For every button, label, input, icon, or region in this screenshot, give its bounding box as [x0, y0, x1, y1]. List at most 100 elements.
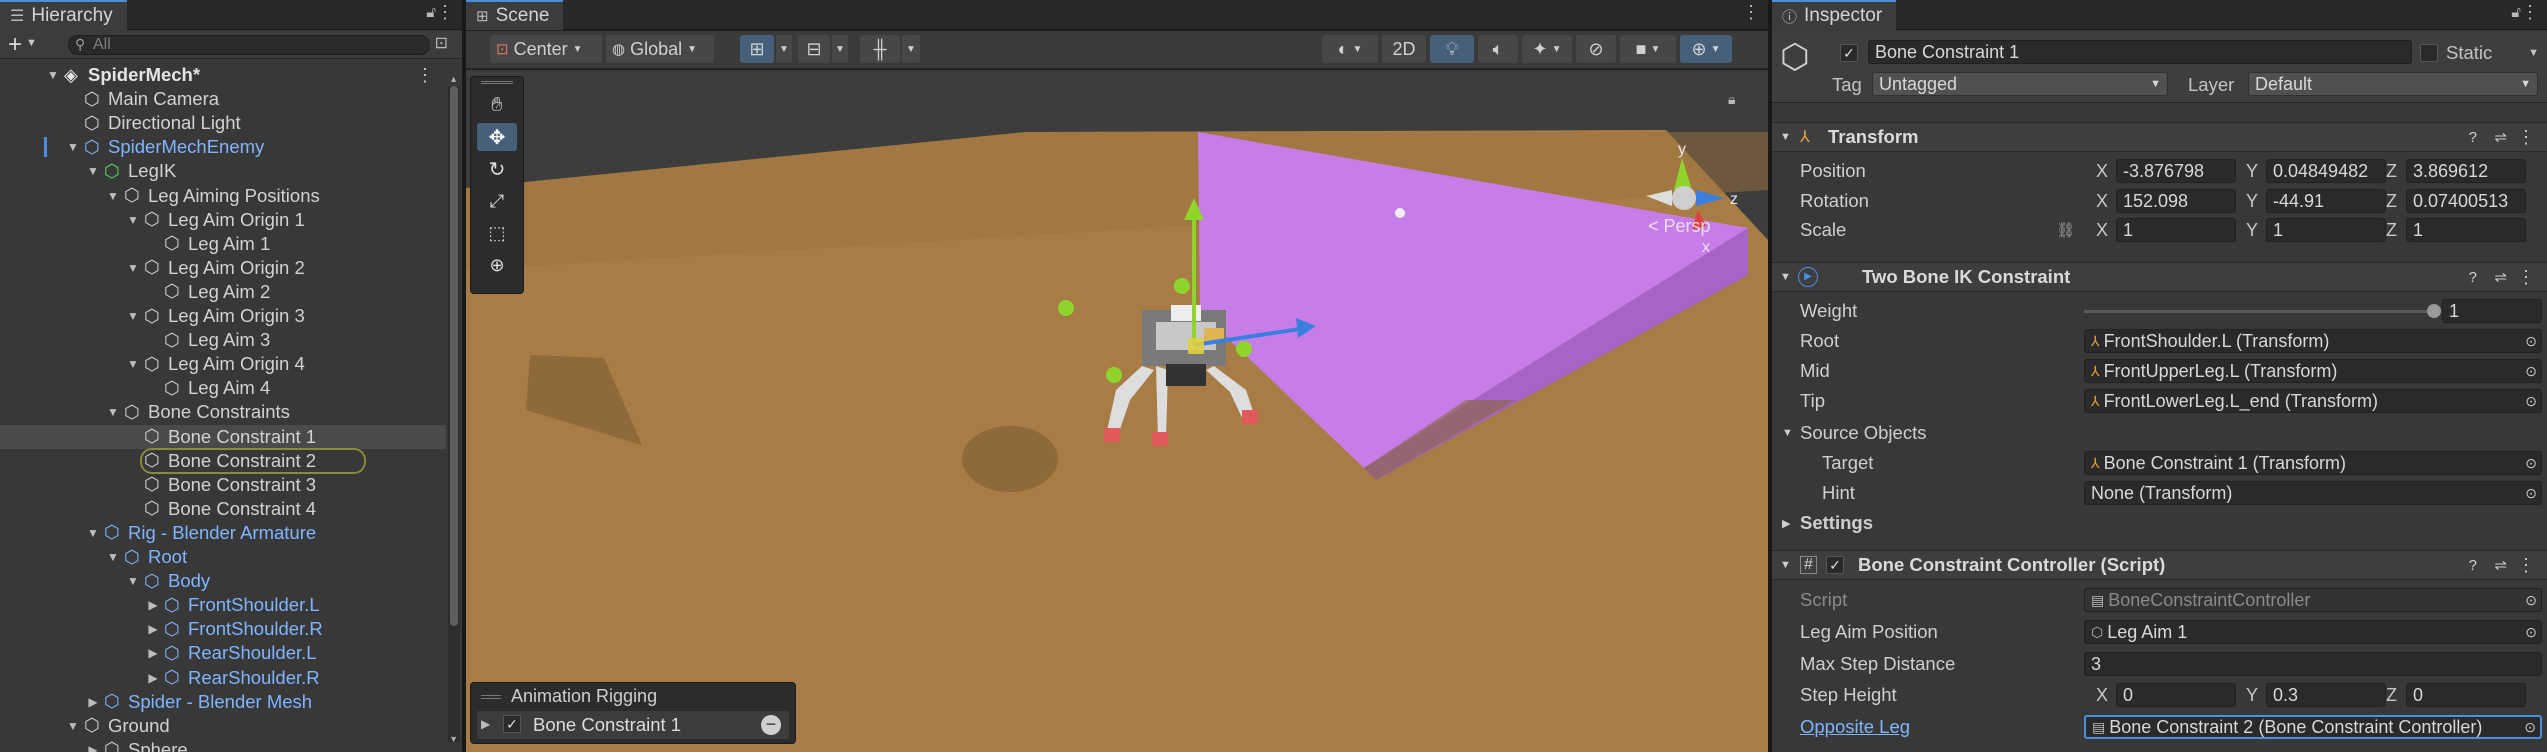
hierarchy-item-leg-aim-3[interactable]: ⬡ Leg Aim 3 — [0, 328, 446, 352]
hierarchy-item-bone-constraint-4[interactable]: ⬡ Bone Constraint 4 — [0, 497, 446, 521]
transform-rotation-row-y-input[interactable]: -44.91 — [2266, 189, 2386, 213]
leg-aim-row-field[interactable]: ⬡ Leg Aim 1 ⊙ — [2084, 620, 2542, 644]
hierarchy-item-main-camera[interactable]: ⬡ Main Camera — [0, 87, 446, 111]
tab-inspector[interactable]: ⓘ Inspector — [1772, 0, 1897, 30]
foldout-arrow-icon[interactable]: ▶ — [146, 646, 160, 660]
drag-handle[interactable] — [481, 81, 513, 84]
shading-mode-button[interactable]: ◐ ▼ — [1322, 35, 1378, 63]
foldout-arrow-icon[interactable]: ▼ — [106, 550, 120, 564]
max-step-input[interactable]: 3 — [2084, 652, 2542, 676]
foldout-arrow-icon[interactable]: ▼ — [46, 68, 60, 82]
step-height-row-z-input[interactable]: 0 — [2406, 683, 2526, 707]
increment-snap-dropdown[interactable]: ▼ — [832, 35, 848, 63]
scroll-up-icon[interactable]: ▲ — [449, 74, 458, 84]
ik-hint-row-field[interactable]: None (Transform) ⊙ — [2084, 481, 2542, 505]
expand-arrow-icon[interactable]: ▶ — [481, 717, 490, 731]
weight-slider-thumb[interactable] — [2427, 304, 2441, 318]
hierarchy-item-rig-blender-armature[interactable]: ▼ ⬡ Rig - Blender Armature — [0, 521, 446, 545]
foldout-arrow-icon[interactable]: ▶ — [1782, 517, 1790, 530]
object-name-input[interactable]: Bone Constraint 1 — [1868, 40, 2412, 64]
foldout-arrow-icon[interactable]: ▼ — [106, 405, 120, 419]
leg-aim-handle[interactable] — [1174, 278, 1190, 294]
transform-tool-icon[interactable]: ⊕ — [477, 251, 517, 279]
constrain-proportions-icon[interactable]: ⛓︎ — [2056, 221, 2075, 239]
add-button[interactable]: + — [8, 31, 22, 59]
lighting-toggle-icon[interactable]: 💡︎ — [1430, 35, 1474, 63]
hierarchy-scrollbar[interactable] — [448, 86, 460, 742]
transform-rotation-row-z-input[interactable]: 0.07400513 — [2406, 189, 2526, 213]
rotate-tool-icon[interactable]: ↻ — [477, 155, 517, 183]
foldout-arrow-icon[interactable]: ▼ — [126, 261, 140, 275]
transform-scale-row-y-input[interactable]: 1 — [2266, 218, 2386, 242]
foldout-arrow-icon[interactable]: ▼ — [126, 309, 140, 323]
hierarchy-item-leg-aim-origin-2[interactable]: ▼ ⬡ Leg Aim Origin 2 — [0, 256, 446, 280]
foldout-arrow-icon[interactable]: ▼ — [86, 164, 100, 178]
gizmos-toggle-icon[interactable]: ⊕ ▼ — [1680, 35, 1732, 63]
hidden-objects-icon[interactable]: ⊘ — [1576, 35, 1616, 63]
rect-tool-icon[interactable]: ⬚ — [477, 219, 517, 247]
scale-tool-icon[interactable]: ⤢ — [477, 187, 517, 215]
hierarchy-scene-root[interactable]: ▼ ◈ SpiderMech* ⋮ — [0, 63, 446, 87]
lock-icon[interactable]: 🔒︎ — [1728, 92, 1735, 108]
object-picker-icon[interactable]: ⊙ — [2525, 624, 2537, 641]
grid-snap-dropdown[interactable]: ▼ — [776, 35, 792, 63]
foldout-arrow-icon[interactable]: ▶ — [146, 671, 160, 685]
lock-icon[interactable]: 🔓︎ — [2511, 4, 2521, 21]
hierarchy-item-bone-constraints[interactable]: ▼ ⬡ Bone Constraints — [0, 400, 446, 424]
object-picker-icon[interactable]: ⊙ — [2525, 393, 2537, 410]
pivot-dropdown[interactable]: ⊡ Center ▼ — [490, 35, 602, 63]
leg-aim-handle[interactable] — [1058, 300, 1074, 316]
hierarchy-item-spidermechenemy[interactable]: ▼ ⬡ SpiderMechEnemy — [0, 135, 446, 159]
active-checkbox[interactable]: ✓ — [1840, 44, 1858, 62]
script-ref-row-field[interactable]: ▤ BoneConstraintController ⊙ — [2084, 588, 2542, 612]
foldout-arrow-icon[interactable]: ▼ — [1780, 131, 1791, 143]
hierarchy-item-leg-aim-1[interactable]: ⬡ Leg Aim 1 — [0, 232, 446, 256]
hierarchy-item-sphere[interactable]: ▶ ⬡ Sphere — [0, 738, 446, 752]
settings-row[interactable]: ▶ Settings — [1772, 508, 2547, 538]
more-menu-icon[interactable]: ⋮ — [2521, 2, 2539, 23]
hierarchy-item-leg-aim-2[interactable]: ⬡ Leg Aim 2 — [0, 280, 446, 304]
scene-menu-icon[interactable]: ⋮ — [416, 65, 434, 86]
foldout-arrow-icon[interactable]: ▶ — [146, 598, 160, 612]
foldout-arrow-icon[interactable]: ▼ — [86, 526, 100, 540]
hierarchy-item-leg-aim-origin-3[interactable]: ▼ ⬡ Leg Aim Origin 3 — [0, 304, 446, 328]
lock-icon[interactable]: 🔓︎ — [426, 4, 436, 21]
hierarchy-item-rearshoulder-l[interactable]: ▶ ⬡ RearShoulder.L — [0, 641, 446, 665]
static-checkbox[interactable] — [2420, 44, 2438, 62]
object-picker-icon[interactable]: ⊙ — [2525, 455, 2537, 472]
light-icon[interactable] — [1395, 208, 1405, 218]
remove-icon[interactable]: − — [761, 715, 781, 735]
preset-icon[interactable]: ⇌ — [2494, 556, 2507, 574]
foldout-arrow-icon[interactable]: ▼ — [1780, 559, 1791, 571]
effects-toggle-icon[interactable]: ✦ ▼ — [1522, 35, 1572, 63]
increment-snap-button[interactable]: ⊟ — [798, 35, 830, 63]
ik-target-row-field[interactable]: ⅄ Bone Constraint 1 (Transform) ⊙ — [2084, 451, 2542, 475]
hierarchy-item-bone-constraint-1[interactable]: ⬡ Bone Constraint 1 — [0, 424, 446, 449]
tag-dropdown[interactable]: Untagged ▼ — [1872, 72, 2168, 96]
hierarchy-item-frontshoulder-r[interactable]: ▶ ⬡ FrontShoulder.R — [0, 617, 446, 641]
ruler-button[interactable]: ╫ — [860, 35, 900, 63]
more-menu-icon[interactable]: ⋮ — [436, 2, 454, 23]
hierarchy-item-leg-aim-origin-1[interactable]: ▼ ⬡ Leg Aim Origin 1 — [0, 208, 446, 232]
tab-scene[interactable]: ⊞ Scene — [466, 0, 564, 30]
foldout-arrow-icon[interactable]: ▶ — [86, 695, 100, 709]
hierarchy-item-legik[interactable]: ▼ ⬡ LegIK — [0, 159, 446, 183]
transform-position-row-x-input[interactable]: -3.876798 — [2116, 159, 2236, 183]
ik-root-row-field[interactable]: ⅄ FrontShoulder.L (Transform) ⊙ — [2084, 329, 2542, 353]
transform-rotation-row-x-input[interactable]: 152.098 — [2116, 189, 2236, 213]
foldout-arrow-icon[interactable]: ▶ — [86, 743, 100, 752]
object-picker-icon[interactable]: ⊙ — [2525, 592, 2537, 609]
hierarchy-item-bone-constraint-2[interactable]: ⬡ Bone Constraint 2 — [0, 447, 446, 474]
foldout-arrow-icon[interactable]: ▼ — [126, 357, 140, 371]
enabled-checkbox[interactable]: ✓ — [503, 715, 521, 733]
foldout-arrow-icon[interactable]: ▼ — [106, 189, 120, 203]
ruler-dropdown[interactable]: ▼ — [902, 35, 920, 63]
enabled-checkbox[interactable]: ✓ — [1826, 556, 1844, 574]
step-height-row-y-input[interactable]: 0.3 — [2266, 683, 2386, 707]
leg-aim-handle[interactable] — [1236, 341, 1252, 357]
component-menu-icon[interactable]: ⋮ — [2517, 267, 2535, 288]
weight-input[interactable]: 1 — [2442, 299, 2542, 323]
foldout-arrow-icon[interactable]: ▼ — [66, 719, 80, 733]
hierarchy-item-ground[interactable]: ▼ ⬡ Ground — [0, 714, 446, 738]
foldout-arrow-icon[interactable]: ▼ — [1780, 271, 1791, 283]
